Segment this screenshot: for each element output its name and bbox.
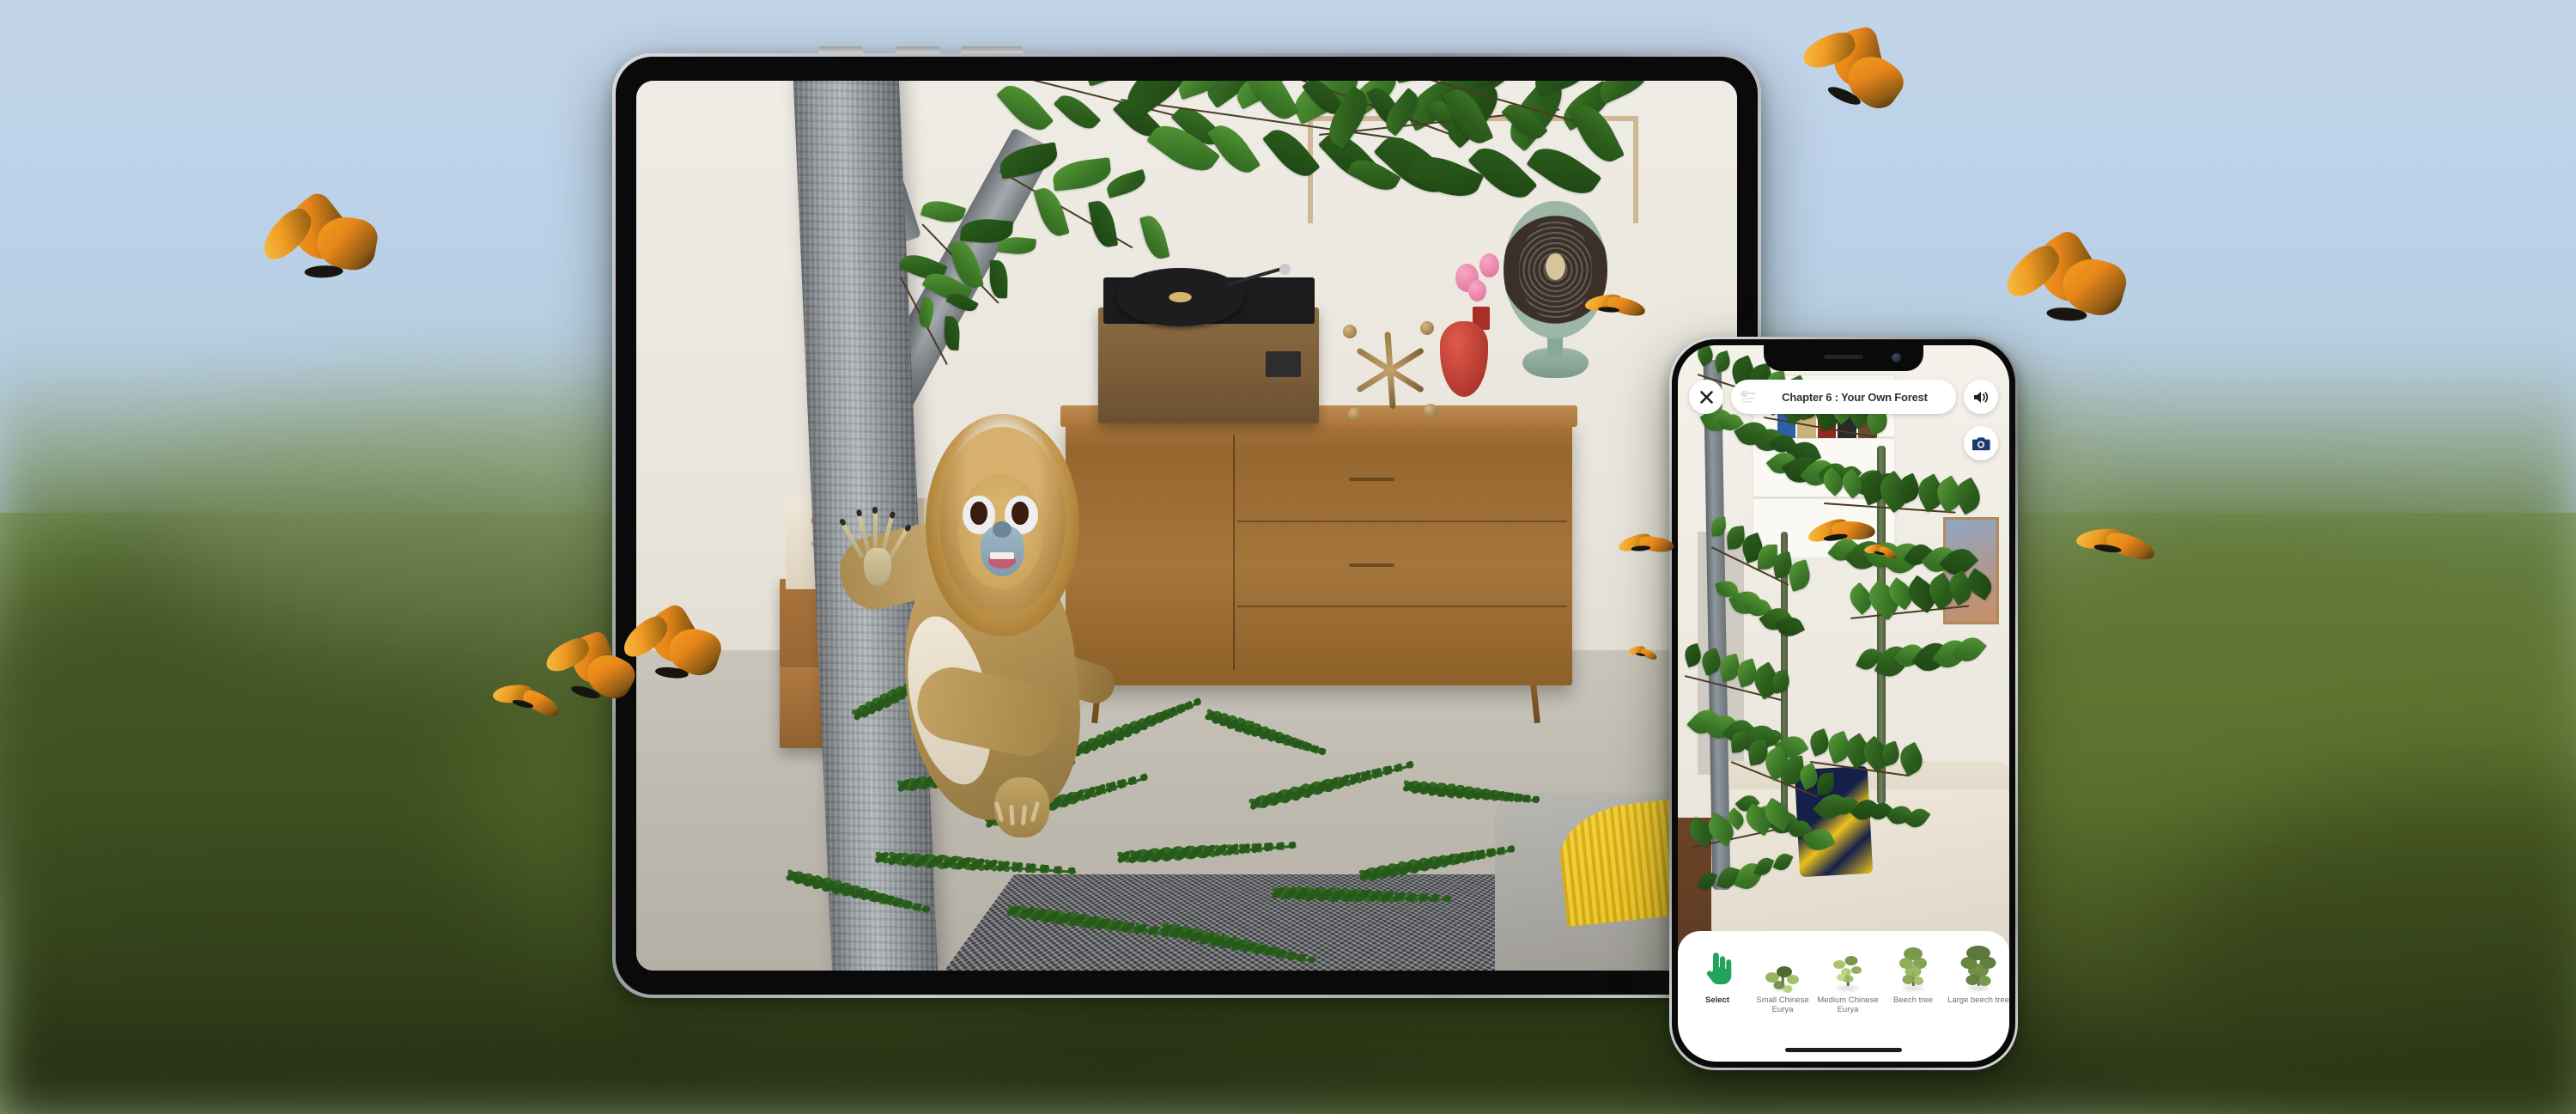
tool-item-medium-chinese-eurya[interactable]: Medium Chinese Eurya <box>1815 943 1880 1014</box>
monkey-toe <box>994 801 1004 822</box>
tool-item-beech-tree[interactable]: Beech tree <box>1880 943 1946 1005</box>
phone-bezel: Chapter 6 : Your Own Forest Select Small… <box>1672 339 2015 1068</box>
jacks-ball <box>1348 407 1362 421</box>
tool-item-label: Beech tree <box>1893 995 1933 1005</box>
monkey-eye <box>970 502 987 525</box>
butterfly <box>1578 281 1653 343</box>
credenza-seam <box>1237 606 1566 607</box>
monkey-toe <box>1020 805 1026 825</box>
tool-item-label: Large beech tree <box>1947 995 2009 1005</box>
close-icon <box>1699 390 1714 405</box>
tool-item-label: Small Chinese Eurya <box>1752 995 1814 1014</box>
turntable-platter <box>1116 268 1244 326</box>
tool-item-label: Medium Chinese Eurya <box>1817 995 1879 1014</box>
jacks-sculpture <box>1352 321 1429 419</box>
close-button[interactable] <box>1689 380 1723 414</box>
camera-capture-button[interactable] <box>1964 426 1998 460</box>
tool-item-label: Select <box>1705 995 1729 1005</box>
pink-flower <box>1468 280 1486 301</box>
tablet-screen[interactable]: TIME Symphonic Wind Ensemble <box>636 81 1737 971</box>
turntable-hinge <box>1279 264 1291 275</box>
turntable-badge <box>1266 351 1301 377</box>
credenza-seam <box>1233 435 1235 670</box>
fan-hub <box>1546 253 1565 280</box>
monkey-foot <box>994 777 1049 837</box>
ar-living-room-scene: TIME Symphonic Wind Ensemble <box>636 81 1737 971</box>
butterfly <box>1620 636 1664 673</box>
monkey-hand <box>860 513 906 602</box>
phone-screen[interactable]: Chapter 6 : Your Own Forest Select Small… <box>1678 345 2009 1062</box>
credenza-drawer-handle <box>1349 563 1394 567</box>
tablet-volume-down-button[interactable] <box>896 46 940 53</box>
monkey-toe <box>1030 801 1039 822</box>
tool-item-select[interactable]: Select <box>1685 943 1750 1005</box>
phone-bottom-toolbar: Select Small Chinese Eurya Medium Chinese … <box>1678 931 2009 1062</box>
jacks-ball <box>1343 325 1357 338</box>
jacks-ball <box>1420 321 1434 335</box>
small-shrub-icon <box>1760 943 1805 991</box>
home-indicator[interactable] <box>1785 1048 1902 1052</box>
monkey-toe <box>1009 805 1015 825</box>
medium-shrub-icon <box>1826 943 1870 991</box>
ar-golden-monkey[interactable] <box>846 410 1121 837</box>
phone-top-toolbar: Chapter 6 : Your Own Forest <box>1678 376 2009 417</box>
butterfly <box>2065 509 2167 596</box>
tablet-volume-up-button[interactable] <box>818 46 863 53</box>
front-camera-icon <box>1892 353 1901 362</box>
chapter-title-bar[interactable]: Chapter 6 : Your Own Forest <box>1731 380 1956 414</box>
chapter-title-text: Chapter 6 : Your Own Forest <box>1764 391 1946 404</box>
earpiece-speaker <box>1824 355 1863 359</box>
butterfly <box>1996 225 2142 347</box>
tool-list[interactable]: Select Small Chinese Eurya Medium Chinese … <box>1678 943 2009 1032</box>
camera-icon <box>1972 435 1990 451</box>
tool-item-large-beech-tree[interactable]: Large beech tree <box>1946 943 2009 1005</box>
phone-device: Chapter 6 : Your Own Forest Select Small… <box>1669 337 2018 1070</box>
speaker-on-icon <box>1972 390 1990 405</box>
monkey-eye <box>1012 502 1028 525</box>
phone-notch <box>1764 345 1923 371</box>
jacks-ball <box>1424 404 1437 417</box>
butterfly <box>1613 521 1680 577</box>
checklist-icon <box>1741 391 1756 404</box>
pink-flower <box>1479 253 1499 277</box>
tablet-power-button[interactable] <box>961 46 1023 53</box>
credenza-drawer-handle <box>1349 478 1394 481</box>
monkey-teeth <box>990 552 1015 559</box>
tablet-device: TIME Symphonic Wind Ensemble <box>612 53 1761 998</box>
beech-tree-icon <box>1891 943 1935 991</box>
large-beech-tree-icon <box>1956 943 2001 991</box>
tool-item-small-chinese-eurya[interactable]: Small Chinese Eurya <box>1750 943 1815 1014</box>
tablet-bezel: TIME Symphonic Wind Ensemble <box>616 57 1758 995</box>
sound-toggle-button[interactable] <box>1964 380 1998 414</box>
hand-pointer-icon <box>1695 943 1740 991</box>
credenza-seam <box>1237 520 1566 522</box>
record-player <box>1098 307 1318 423</box>
wooden-credenza <box>1066 419 1572 686</box>
